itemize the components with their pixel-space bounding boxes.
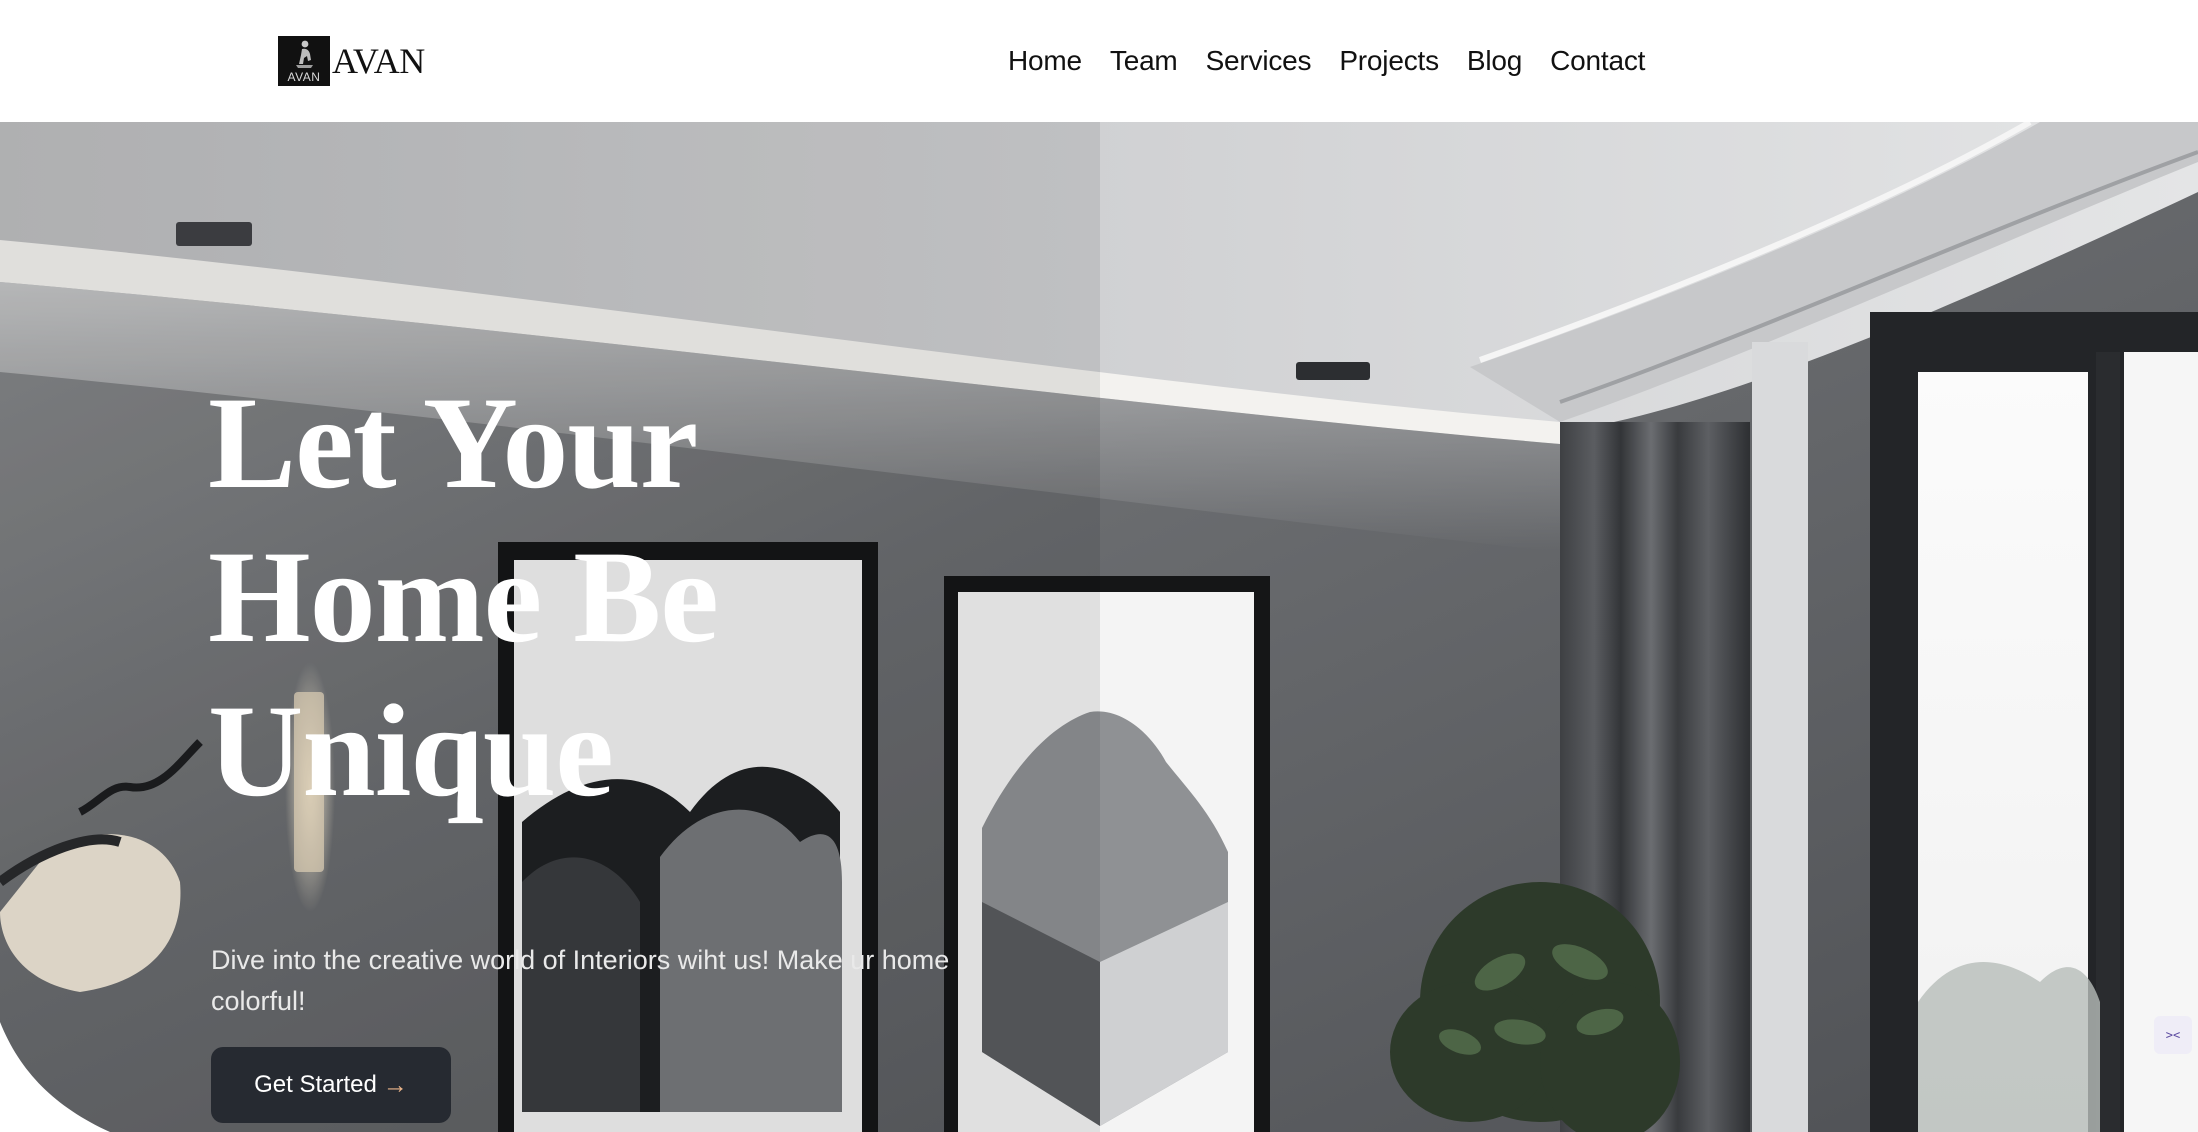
hero-title-line: Home Be <box>208 523 719 670</box>
brand-logo-link[interactable]: AVAN AVAN <box>278 36 425 86</box>
nav-home-link[interactable]: Home <box>1008 40 1082 82</box>
nav-services-link[interactable]: Services <box>1206 40 1312 82</box>
page: AVAN AVAN Home Team Services Projects Bl… <box>0 0 2198 1132</box>
hero-title-line: Unique <box>208 677 614 824</box>
translate-widget-text: >< <box>2165 1028 2181 1042</box>
arrow-right-icon: → <box>382 1070 408 1099</box>
nav-contact-link[interactable]: Contact <box>1550 40 1645 82</box>
logo-mark-text: AVAN <box>287 70 321 84</box>
nav-projects-link[interactable]: Projects <box>1339 40 1439 82</box>
site-header: AVAN AVAN Home Team Services Projects Bl… <box>0 0 2198 122</box>
hero-title-line: Let Your <box>208 369 698 516</box>
nav-team-link[interactable]: Team <box>1110 40 1178 82</box>
hero-section: Let Your Home Be Unique Dive into the cr… <box>0 122 2198 1132</box>
brand-name: AVAN <box>332 41 425 81</box>
get-started-button[interactable]: Get Started → <box>211 1047 451 1123</box>
get-started-label: Get Started <box>254 1071 377 1098</box>
translate-icon[interactable]: >< <box>2154 1016 2192 1054</box>
hero-subtitle: Dive into the creative world of Interior… <box>211 945 950 1016</box>
logo-mark: AVAN <box>278 36 330 86</box>
nav-blog-link[interactable]: Blog <box>1467 40 1522 82</box>
main-navigation: Home Team Services Projects Blog Contact <box>1008 40 1645 82</box>
hero-title: Let Your Home Be Unique <box>208 366 948 828</box>
